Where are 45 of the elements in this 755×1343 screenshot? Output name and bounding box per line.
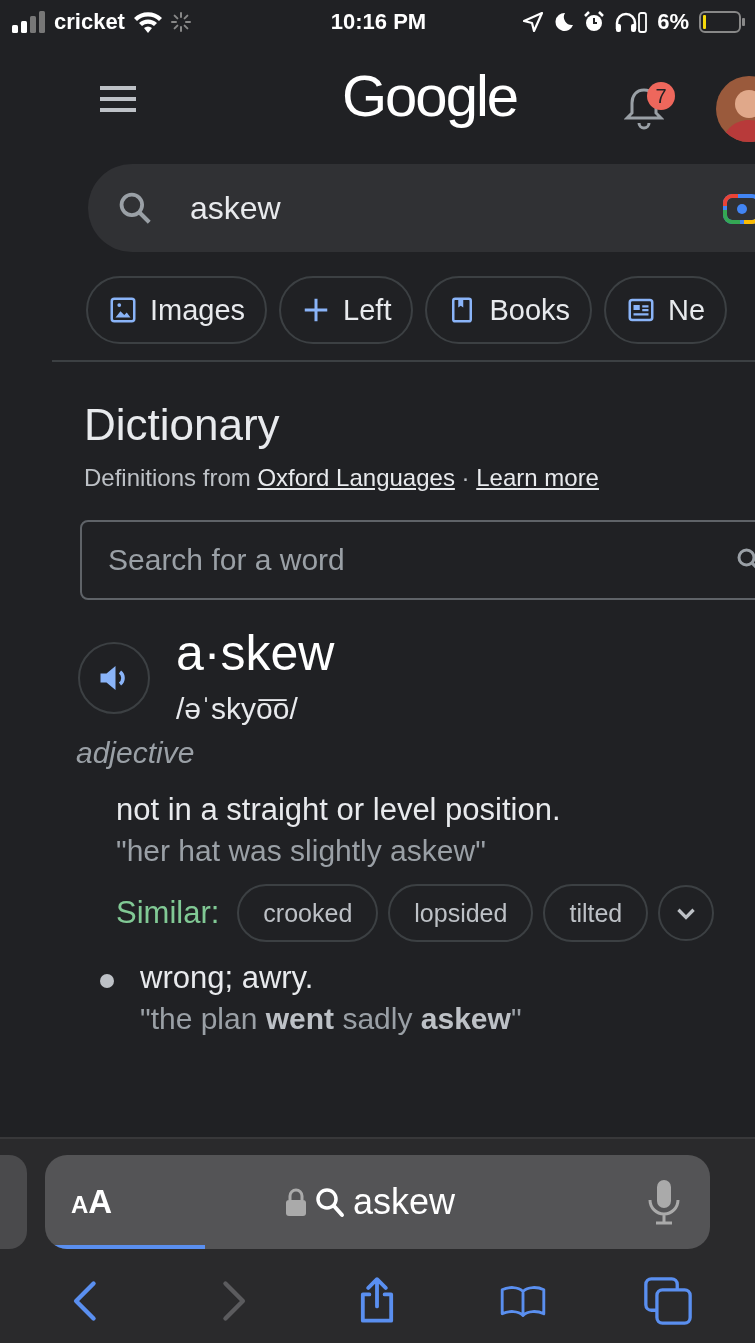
learn-more-link[interactable]: Learn more [476, 464, 599, 491]
tabs-icon[interactable] [644, 1277, 693, 1325]
logo: Google [342, 62, 518, 129]
battery-percent: 6% [657, 9, 689, 35]
filter-chip[interactable]: Ne [604, 276, 728, 344]
part-of-speech: adjective [76, 736, 196, 770]
headphones-icon [615, 11, 648, 33]
menu-icon[interactable] [98, 84, 138, 114]
headword: a·skew [176, 624, 335, 682]
example-sentence: "her hat was slightly askew" [116, 834, 487, 868]
source-link[interactable]: Oxford Languages [257, 464, 455, 491]
carrier-name: cricket [54, 9, 125, 35]
similar-label: Similar: [116, 895, 220, 931]
section-title: Dictionary [84, 400, 281, 450]
wifi-icon [132, 10, 163, 34]
moon-icon [553, 12, 574, 32]
alarm-icon [583, 11, 606, 33]
pronunciation: /əˈskyo͞o/ [176, 692, 299, 726]
filter-chip[interactable]: Books [425, 276, 593, 344]
battery-icon [699, 11, 745, 33]
filter-chip[interactable]: Images [86, 276, 268, 344]
synonym-chip[interactable]: crooked [237, 884, 379, 942]
synonym-chip[interactable]: lopsided [388, 884, 534, 942]
definition: wrong; awry. [140, 960, 315, 996]
synonym-chip[interactable]: tilted [543, 884, 649, 942]
location-icon [523, 12, 544, 32]
clock: 10:16 PM [330, 9, 427, 35]
address-text: askew [353, 1181, 456, 1223]
text-size-button[interactable]: AA [71, 1183, 113, 1221]
pronounce-button[interactable] [78, 642, 150, 714]
address-bar[interactable]: AA askew [45, 1155, 710, 1249]
loading-icon [170, 12, 191, 32]
example-sentence: "the plan went sadly askew" [140, 1002, 522, 1036]
filter-chip[interactable]: Left [279, 276, 414, 344]
signal-icon [12, 11, 46, 33]
image-icon [108, 295, 138, 325]
microphone-icon[interactable] [646, 1179, 682, 1225]
expand-button[interactable] [658, 885, 715, 941]
search-field[interactable]: askew [88, 164, 755, 252]
definition: not in a straight or level position. [116, 792, 562, 828]
search-icon [315, 1186, 345, 1218]
word-search-field[interactable]: Search for a word [80, 520, 755, 600]
notification-badge: 7 [647, 82, 675, 110]
source-line: Definitions from Oxford Languages · Learn more [84, 464, 600, 492]
lock-icon [285, 1187, 307, 1217]
